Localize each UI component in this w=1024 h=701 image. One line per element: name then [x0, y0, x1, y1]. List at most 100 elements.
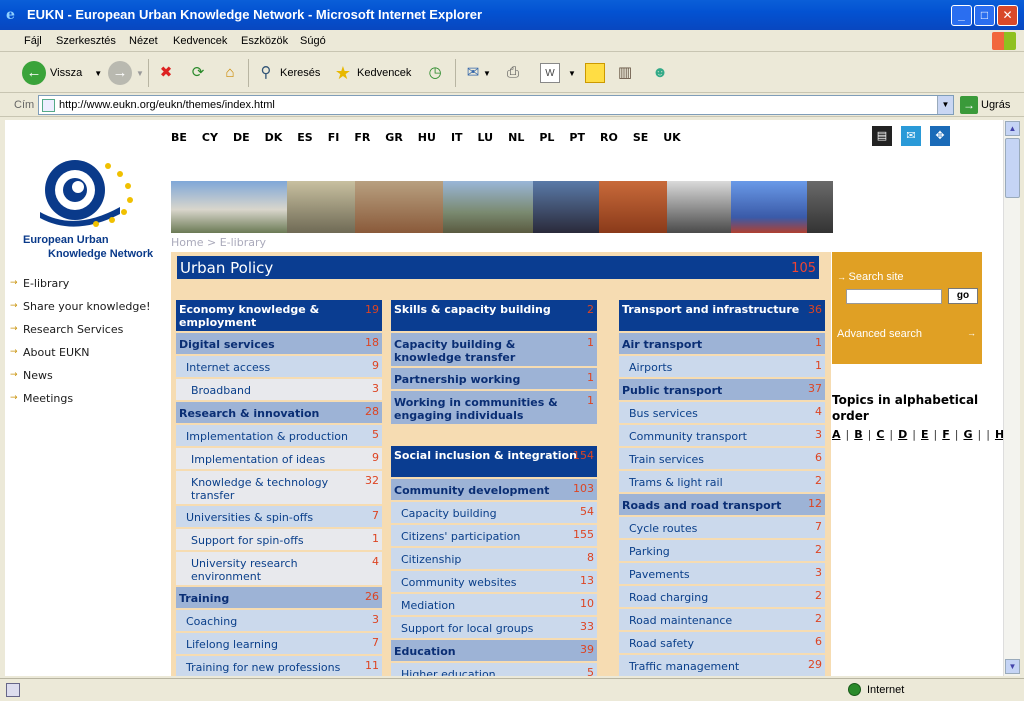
letter-link[interactable]: C [876, 428, 884, 441]
minimize-button[interactable]: _ [951, 5, 972, 26]
category-item[interactable]: Road maintenance 2 [619, 609, 825, 632]
home-button[interactable]: ⌂ [220, 59, 240, 87]
maximize-button[interactable]: □ [974, 5, 995, 26]
country-link[interactable]: PL [539, 131, 554, 144]
stop-button[interactable]: ✖ [156, 59, 176, 87]
back-button[interactable]: ← Vissza ▼ [22, 59, 102, 87]
country-link[interactable]: FI [328, 131, 340, 144]
favorites-button[interactable]: ★ Kedvencek [333, 59, 412, 87]
back-dropdown-icon[interactable]: ▼ [94, 69, 102, 78]
country-link[interactable]: UK [663, 131, 680, 144]
category-item[interactable]: Digital services 18 [176, 333, 382, 356]
category-item[interactable]: Citizenship 8 [391, 548, 597, 571]
category-item[interactable]: Coaching 3 [176, 610, 382, 633]
category-item[interactable]: Research & innovation 28 [176, 402, 382, 425]
messenger-button[interactable]: ☻ [650, 59, 670, 87]
category-item[interactable]: Community development 103 [391, 479, 597, 502]
country-link[interactable]: BE [171, 131, 187, 144]
menu-tools[interactable]: Eszközök [241, 35, 288, 47]
menu-file[interactable]: Fájl [24, 35, 42, 47]
category-item[interactable]: Transport and infrastructure 36 [619, 300, 825, 333]
country-link[interactable]: NL [508, 131, 524, 144]
menu-favorites[interactable]: Kedvencek [173, 35, 227, 47]
search-go-button[interactable]: go [948, 288, 978, 304]
category-item[interactable]: Trams & light rail 2 [619, 471, 825, 494]
nav-link[interactable]: About EUKN [10, 345, 170, 360]
history-button[interactable]: ◷ [425, 59, 445, 87]
category-item[interactable]: Traffic management 29 [619, 655, 825, 676]
country-link[interactable]: LU [478, 131, 494, 144]
category-item[interactable]: Implementation of ideas 9 [176, 448, 382, 471]
category-item[interactable]: Road safety 6 [619, 632, 825, 655]
address-dropdown-icon[interactable]: ▼ [937, 96, 953, 114]
letter-link[interactable]: A [832, 428, 841, 441]
email-page-icon[interactable]: ✉ [901, 126, 921, 146]
address-input[interactable]: http://www.eukn.org/eukn/themes/index.ht… [38, 95, 954, 115]
category-item[interactable]: Support for local groups 33 [391, 617, 597, 640]
nav-link[interactable]: News [10, 368, 170, 383]
category-item[interactable]: Community websites 13 [391, 571, 597, 594]
letter-link[interactable]: D [898, 428, 907, 441]
category-item[interactable]: Training 26 [176, 587, 382, 610]
letter-link[interactable]: F [942, 428, 950, 441]
category-item[interactable]: Education 39 [391, 640, 597, 663]
close-button[interactable]: ✕ [997, 5, 1018, 26]
category-item[interactable]: Internet access 9 [176, 356, 382, 379]
forward-button[interactable]: → ▼ [108, 59, 144, 87]
mail-button[interactable]: ✉ ▼ [463, 59, 491, 87]
category-item[interactable]: Support for spin-offs 1 [176, 529, 382, 552]
country-link[interactable]: IT [451, 131, 463, 144]
eukn-logo[interactable]: European Urban Knowledge Network [20, 152, 155, 264]
letter-link[interactable]: H [995, 428, 1003, 441]
category-item[interactable]: Pavements 3 [619, 563, 825, 586]
category-item[interactable]: Universities & spin-offs 7 [176, 506, 382, 529]
category-item[interactable]: Road charging 2 [619, 586, 825, 609]
scroll-down-icon[interactable]: ▼ [1005, 659, 1020, 674]
country-link[interactable]: CY [202, 131, 218, 144]
category-item[interactable]: Social inclusion & integration 154 [391, 446, 597, 479]
scroll-up-icon[interactable]: ▲ [1005, 121, 1020, 136]
category-item[interactable]: Skills & capacity building 2 [391, 300, 597, 333]
country-link[interactable]: ES [297, 131, 312, 144]
vertical-scrollbar[interactable]: ▲ ▼ [1003, 120, 1020, 676]
edit-button[interactable]: W ▼ [540, 59, 576, 87]
advanced-search-link[interactable]: Advanced search [837, 328, 976, 340]
discuss-button[interactable] [585, 59, 605, 87]
menu-help[interactable]: Súgó [300, 35, 326, 47]
go-button[interactable]: → Ugrás [960, 96, 1010, 114]
breadcrumb[interactable]: Home > E-library [171, 236, 266, 249]
country-link[interactable]: RO [600, 131, 618, 144]
category-item[interactable]: Air transport 1 [619, 333, 825, 356]
category-item[interactable]: Lifelong learning 7 [176, 633, 382, 656]
country-link[interactable]: DE [233, 131, 250, 144]
category-item[interactable]: Community transport 3 [619, 425, 825, 448]
category-item[interactable]: Roads and road transport 12 [619, 494, 825, 517]
letter-link[interactable]: G [963, 428, 972, 441]
category-item[interactable]: Cycle routes 7 [619, 517, 825, 540]
category-item[interactable]: Knowledge & technology transfer 32 [176, 471, 382, 506]
category-item[interactable]: Higher education 5 [391, 663, 597, 676]
country-link[interactable]: DK [265, 131, 283, 144]
search-button[interactable]: ⚲ Keresés [256, 59, 321, 87]
category-item[interactable]: Broadband 3 [176, 379, 382, 402]
category-item[interactable]: Train services 6 [619, 448, 825, 471]
category-item[interactable]: Public transport 37 [619, 379, 825, 402]
letter-link[interactable]: B [854, 428, 862, 441]
category-item[interactable]: Capacity building 54 [391, 502, 597, 525]
refresh-button[interactable]: ⟳ [188, 59, 208, 87]
sitemap-icon[interactable]: ✥ [930, 126, 950, 146]
category-item[interactable]: Economy knowledge & employment 19 [176, 300, 382, 333]
scroll-thumb[interactable] [1005, 138, 1020, 198]
menu-view[interactable]: Nézet [129, 35, 158, 47]
print-button[interactable]: ⎙ [503, 59, 523, 87]
search-input[interactable] [846, 289, 942, 304]
category-item[interactable]: University research environment 4 [176, 552, 382, 587]
country-link[interactable]: GR [385, 131, 403, 144]
country-link[interactable]: HU [418, 131, 436, 144]
category-item[interactable]: Parking 2 [619, 540, 825, 563]
category-item[interactable]: Working in communities & engaging indivi… [391, 391, 597, 426]
category-item[interactable]: Mediation 10 [391, 594, 597, 617]
category-item[interactable]: Implementation & production 5 [176, 425, 382, 448]
category-item[interactable]: Bus services 4 [619, 402, 825, 425]
country-link[interactable]: FR [354, 131, 370, 144]
